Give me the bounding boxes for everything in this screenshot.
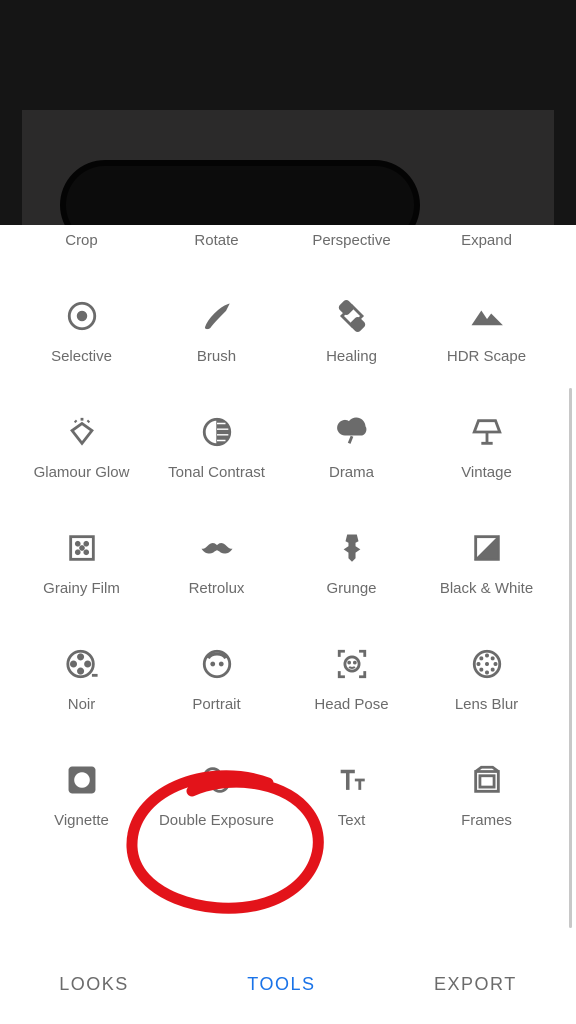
tool-vignette[interactable]: Vignette bbox=[14, 760, 149, 830]
tool-selective[interactable]: Selective bbox=[14, 296, 149, 366]
tool-label: Grunge bbox=[326, 580, 376, 598]
tool-label: HDR Scape bbox=[447, 348, 526, 366]
tool-label: Crop bbox=[65, 232, 98, 250]
tool-label: Grainy Film bbox=[43, 580, 120, 598]
tool-label: Lens Blur bbox=[455, 696, 518, 714]
tab-tools[interactable]: TOOLS bbox=[247, 974, 315, 995]
tool-label: Expand bbox=[461, 232, 512, 250]
scrollbar[interactable] bbox=[569, 388, 572, 928]
guitar-icon bbox=[332, 528, 372, 568]
app-screen: Crop Rotate Perspective Expand Sel bbox=[0, 0, 576, 1024]
tool-expand[interactable]: Expand bbox=[419, 225, 554, 250]
tool-retrolux[interactable]: Retrolux bbox=[149, 528, 284, 598]
text-icon bbox=[332, 760, 372, 800]
tool-crop[interactable]: Crop bbox=[14, 225, 149, 250]
dotted-circle-icon bbox=[467, 644, 507, 684]
tool-vintage[interactable]: Vintage bbox=[419, 412, 554, 482]
tools-grid: Crop Rotate Perspective Expand Sel bbox=[0, 225, 568, 830]
tool-rotate[interactable]: Rotate bbox=[149, 225, 284, 250]
bottom-tab-bar: LOOKS TOOLS EXPORT bbox=[0, 944, 576, 1024]
tool-grainy-film[interactable]: Grainy Film bbox=[14, 528, 149, 598]
bandage-icon bbox=[332, 296, 372, 336]
tool-label: Tonal Contrast bbox=[168, 464, 265, 482]
tool-double-exposure[interactable]: Double Exposure bbox=[149, 760, 284, 830]
brush-icon bbox=[197, 296, 237, 336]
tool-perspective[interactable]: Perspective bbox=[284, 225, 419, 250]
tool-label: Text bbox=[338, 812, 366, 830]
face-detect-icon bbox=[332, 644, 372, 684]
mountains-icon bbox=[467, 296, 507, 336]
half-circle-icon bbox=[197, 412, 237, 452]
tool-label: Frames bbox=[461, 812, 512, 830]
tool-grunge[interactable]: Grunge bbox=[284, 528, 419, 598]
tool-head-pose[interactable]: Head Pose bbox=[284, 644, 419, 714]
tool-glamour-glow[interactable]: Glamour Glow bbox=[14, 412, 149, 482]
target-icon bbox=[62, 296, 102, 336]
tool-text[interactable]: Text bbox=[284, 760, 419, 830]
tool-label: Rotate bbox=[194, 232, 238, 250]
overlap-circles-icon bbox=[197, 760, 237, 800]
tool-portrait[interactable]: Portrait bbox=[149, 644, 284, 714]
tab-looks[interactable]: LOOKS bbox=[59, 974, 129, 995]
tab-export[interactable]: EXPORT bbox=[434, 974, 517, 995]
tool-label: Selective bbox=[51, 348, 112, 366]
tool-noir[interactable]: Noir bbox=[14, 644, 149, 714]
tool-hdr-scape[interactable]: HDR Scape bbox=[419, 296, 554, 366]
film-dots-icon bbox=[62, 528, 102, 568]
tool-drama[interactable]: Drama bbox=[284, 412, 419, 482]
bw-square-icon bbox=[467, 528, 507, 568]
tool-label: Head Pose bbox=[314, 696, 388, 714]
tool-brush[interactable]: Brush bbox=[149, 296, 284, 366]
diamond-sparkle-icon bbox=[62, 412, 102, 452]
tool-label: Double Exposure bbox=[159, 812, 274, 830]
tool-label: Brush bbox=[197, 348, 236, 366]
tool-label: Portrait bbox=[192, 696, 240, 714]
tool-label: Noir bbox=[68, 696, 96, 714]
tool-label: Black & White bbox=[440, 580, 533, 598]
tool-label: Retrolux bbox=[189, 580, 245, 598]
tool-lens-blur[interactable]: Lens Blur bbox=[419, 644, 554, 714]
tool-label: Vintage bbox=[461, 464, 512, 482]
tool-black-white[interactable]: Black & White bbox=[419, 528, 554, 598]
tool-frames[interactable]: Frames bbox=[419, 760, 554, 830]
tool-label: Perspective bbox=[312, 232, 390, 250]
tool-label: Glamour Glow bbox=[34, 464, 130, 482]
tool-healing[interactable]: Healing bbox=[284, 296, 419, 366]
face-icon bbox=[197, 644, 237, 684]
frame-icon bbox=[467, 760, 507, 800]
lamp-icon bbox=[467, 412, 507, 452]
cloud-bolt-icon bbox=[332, 412, 372, 452]
film-reel-icon bbox=[62, 644, 102, 684]
tool-label: Vignette bbox=[54, 812, 109, 830]
tools-scroll[interactable]: Crop Rotate Perspective Expand Sel bbox=[0, 225, 568, 944]
tools-sheet: Crop Rotate Perspective Expand Sel bbox=[0, 225, 576, 1024]
vignette-icon bbox=[62, 760, 102, 800]
tool-label: Healing bbox=[326, 348, 377, 366]
mustache-icon bbox=[197, 528, 237, 568]
tool-tonal-contrast[interactable]: Tonal Contrast bbox=[149, 412, 284, 482]
tool-label: Drama bbox=[329, 464, 374, 482]
